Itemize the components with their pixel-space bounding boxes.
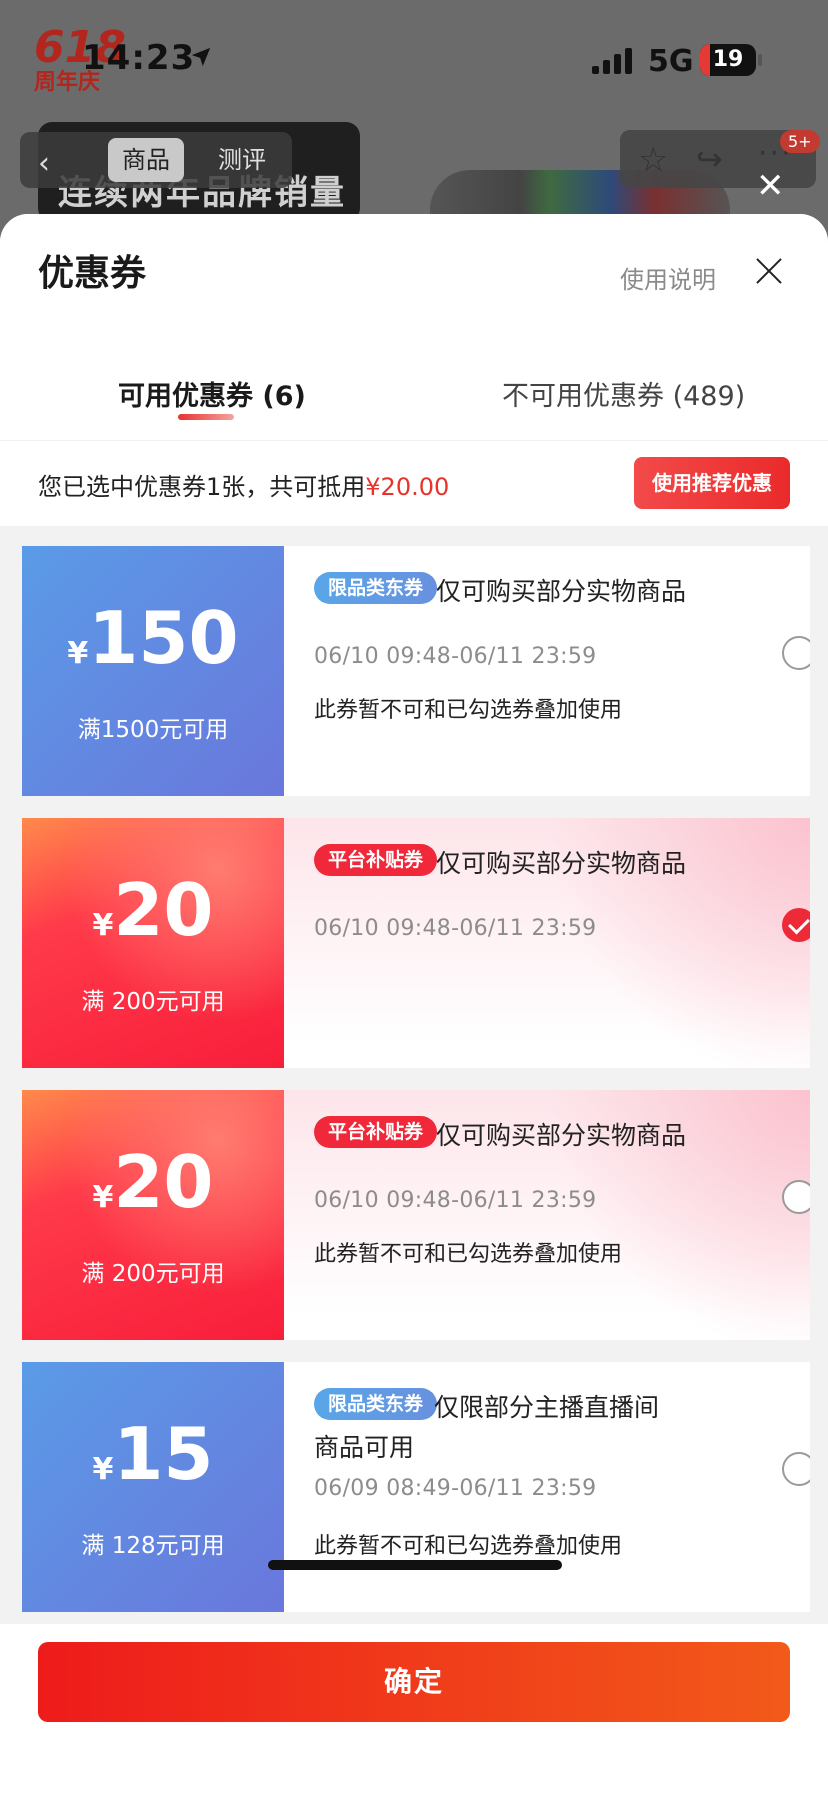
coupon-details: 平台补贴券 仅可购买部分实物商品 06/10 09:48-06/11 23:59: [284, 818, 810, 1068]
coupon-validity: 06/10 09:48-06/11 23:59: [314, 1188, 597, 1213]
amount-value: 20: [113, 1140, 214, 1224]
currency-symbol: ¥: [92, 1180, 114, 1215]
coupon-description: 仅可购买部分实物商品: [436, 1121, 687, 1150]
coupon-checked-icon[interactable]: [782, 908, 810, 942]
network-type: 5G: [648, 44, 694, 79]
coupon-select-radio[interactable]: [782, 636, 810, 670]
amount-value: 20: [113, 868, 214, 952]
coupon-details: 限品类东券 仅限部分主播直播间商品可用 06/09 08:49-06/11 23…: [284, 1362, 810, 1612]
coupon-validity: 06/10 09:48-06/11 23:59: [314, 916, 597, 941]
selection-summary: 您已选中优惠券1张，共可抵用¥20.00 使用推荐优惠: [0, 440, 828, 526]
coupon-value-panel: ¥20 满 200元可用: [22, 1090, 284, 1340]
coupon-description: 仅可购买部分实物商品: [436, 577, 687, 606]
coupon-card[interactable]: ¥150 满1500元可用 限品类东券 仅可购买部分实物商品 06/10 09:…: [22, 546, 810, 796]
coupon-select-radio[interactable]: [782, 1180, 810, 1214]
currency-symbol: ¥: [92, 908, 114, 943]
coupon-tag: 平台补贴券: [314, 844, 438, 876]
coupon-amount: ¥15: [22, 1418, 284, 1490]
coupon-select-radio[interactable]: [782, 1452, 810, 1486]
summary-amount: ¥20.00: [365, 473, 450, 501]
coupon-threshold: 满 200元可用: [81, 1261, 225, 1287]
signal-icon: [592, 48, 634, 74]
coupon-details: 平台补贴券 仅可购买部分实物商品 06/10 09:48-06/11 23:59…: [284, 1090, 810, 1340]
battery-icon: 19: [700, 44, 762, 76]
tab-available-coupons[interactable]: 可用优惠券 (6): [118, 374, 306, 413]
tab-unavailable-coupons[interactable]: 不可用优惠券 (489): [502, 374, 745, 413]
coupon-tag: 平台补贴券: [314, 1116, 438, 1148]
coupon-note: 此券暂不可和已勾选券叠加使用: [314, 1242, 623, 1267]
sheet-title: 优惠券: [38, 253, 147, 294]
status-time: 14:23: [82, 38, 196, 78]
confirm-button[interactable]: 确定: [38, 1642, 790, 1722]
back-chevron-icon[interactable]: ‹: [38, 146, 50, 181]
coupon-description: 仅可购买部分实物商品: [436, 849, 687, 878]
coupon-amount: ¥20: [22, 874, 284, 946]
coupon-validity: 06/09 08:49-06/11 23:59: [314, 1476, 597, 1501]
currency-symbol: ¥: [92, 1452, 114, 1487]
sheet-header: 优惠券 使用说明 可用优惠券 (6) 不可用优惠券 (489): [0, 214, 828, 440]
tab-product[interactable]: 商品: [108, 138, 184, 182]
star-icon[interactable]: ☆: [638, 140, 668, 180]
coupon-threshold: 满 128元可用: [81, 1533, 225, 1559]
notification-badge: 5+: [780, 130, 820, 153]
active-tab-indicator: [178, 414, 234, 420]
close-icon[interactable]: [752, 254, 786, 288]
usage-instructions-link[interactable]: 使用说明: [620, 260, 716, 295]
currency-symbol: ¥: [67, 636, 89, 671]
coupon-card[interactable]: ¥15 满 128元可用 限品类东券 仅限部分主播直播间商品可用 06/09 0…: [22, 1362, 810, 1612]
home-indicator[interactable]: [268, 1560, 562, 1570]
close-icon[interactable]: ✕: [756, 166, 785, 206]
coupon-value-panel: ¥20 满 200元可用: [22, 818, 284, 1068]
sheet-footer: 确定: [0, 1624, 828, 1796]
coupon-threshold: 满 200元可用: [81, 989, 225, 1015]
amount-value: 150: [88, 596, 239, 680]
coupon-threshold: 满1500元可用: [77, 717, 229, 743]
coupon-description: 仅限部分主播直播间商品可用: [314, 1393, 660, 1462]
coupon-validity: 06/10 09:48-06/11 23:59: [314, 644, 597, 669]
coupon-tag: 限品类东券: [314, 572, 438, 604]
tab-review[interactable]: 测评: [204, 138, 280, 182]
coupon-amount: ¥150: [22, 602, 284, 674]
amount-value: 15: [113, 1412, 214, 1496]
summary-label: 您已选中优惠券1张，共可抵用: [38, 473, 366, 501]
coupon-card[interactable]: ¥20 满 200元可用 平台补贴券 仅可购买部分实物商品 06/10 09:4…: [22, 1090, 810, 1340]
coupon-details: 限品类东券 仅可购买部分实物商品 06/10 09:48-06/11 23:59…: [284, 546, 810, 796]
coupon-note: 此券暂不可和已勾选券叠加使用: [314, 1534, 623, 1559]
coupon-amount: ¥20: [22, 1146, 284, 1218]
coupon-card[interactable]: ¥20 满 200元可用 平台补贴券 仅可购买部分实物商品 06/10 09:4…: [22, 818, 810, 1068]
coupon-value-panel: ¥15 满 128元可用: [22, 1362, 284, 1612]
summary-text: 您已选中优惠券1张，共可抵用¥20.00: [38, 467, 449, 502]
coupon-note: 此券暂不可和已勾选券叠加使用: [314, 698, 623, 723]
use-recommended-button[interactable]: 使用推荐优惠: [634, 457, 790, 509]
share-icon[interactable]: ↪: [696, 140, 723, 178]
location-arrow-icon: [191, 47, 211, 67]
coupon-sheet: 优惠券 使用说明 可用优惠券 (6) 不可用优惠券 (489) 您已选中优惠券1…: [0, 214, 828, 1796]
coupon-value-panel: ¥150 满1500元可用: [22, 546, 284, 796]
